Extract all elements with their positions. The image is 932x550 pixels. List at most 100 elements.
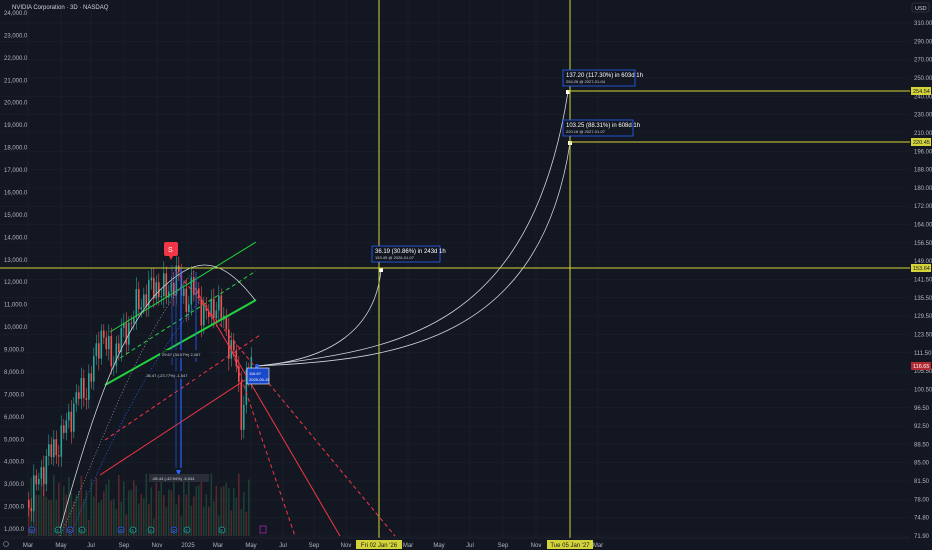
green-channel-top[interactable] — [109, 241, 257, 333]
candle-body — [125, 322, 128, 345]
position-box[interactable]: 116.6? 2025-05-15 — [246, 367, 270, 385]
time-tick-label: Nov — [341, 543, 352, 549]
volume-bar — [100, 500, 103, 536]
volume-bar — [50, 500, 53, 536]
right-tick-label: 270.00 — [914, 58, 932, 64]
currency-button[interactable]: USD — [911, 2, 930, 13]
timeline-marker-label: E — [220, 528, 223, 533]
volume-bar — [75, 494, 78, 536]
red-channel-bottom[interactable] — [99, 379, 246, 476]
projection-curves[interactable] — [255, 90, 572, 368]
candle-body — [63, 425, 65, 433]
time-tick-label: Sep — [119, 543, 130, 549]
time-tick-label: Mar — [23, 543, 33, 549]
volume-bar — [210, 473, 213, 536]
svg-text:-65.44 (-42.94%) -6,544: -65.44 (-42.94%) -6,544 — [152, 476, 195, 481]
volume-bar — [225, 482, 228, 536]
time-tick-label: Nov — [531, 543, 542, 549]
candle-body — [93, 356, 95, 382]
volume-bar — [155, 482, 158, 536]
candle-body — [158, 282, 160, 297]
volume-bar — [45, 497, 48, 536]
measurement-box-2027-low[interactable]: 103.25 (88.31%) in 608d 1h 220.16 @ 2027… — [562, 119, 640, 137]
candle-body — [185, 288, 188, 312]
candle-body — [90, 373, 93, 382]
volume-bar — [158, 490, 160, 536]
price-tag-label: 254.54 — [913, 89, 930, 95]
time-tick-label: Jul — [279, 543, 287, 549]
candle-body — [38, 478, 40, 485]
candle-body — [28, 500, 30, 508]
candle-body — [88, 373, 90, 400]
candle-body — [78, 392, 80, 399]
chart-canvas[interactable]: 137.20 (117.30%) in 603d 1h 254.26 @ 202… — [0, 0, 932, 550]
candle-body — [105, 337, 108, 350]
candle-body — [203, 305, 205, 326]
candle-body — [220, 295, 223, 320]
candle-body — [163, 273, 165, 297]
candle-body — [243, 404, 245, 430]
volume-bar — [238, 473, 240, 536]
channel-label-1: 29.67 (34.07%) 2,167 — [160, 350, 210, 358]
timeline-marker-label: E — [131, 528, 134, 533]
time-tick-label: May — [245, 543, 256, 549]
time-tick-label: Mar — [213, 543, 223, 549]
right-tick-label: 78.00 — [914, 497, 930, 503]
volume-bar — [203, 506, 205, 536]
right-tick-label: 100.50 — [914, 387, 932, 393]
volume-bar — [110, 500, 113, 536]
candle-body — [108, 335, 110, 350]
candle-body — [218, 295, 220, 311]
measurement-box-2027-high[interactable]: 137.20 (117.30%) in 603d 1h 254.26 @ 202… — [562, 69, 643, 87]
left-tick-label: 2,000.0 — [4, 505, 25, 511]
left-tick-label: 7,000.0 — [4, 392, 25, 398]
volume-bar — [183, 476, 185, 536]
right-tick-label: 240.00 — [914, 94, 932, 100]
volume-bar — [35, 494, 38, 536]
left-tick-label: 8,000.0 — [4, 370, 25, 376]
left-tick-label: 19,000.0 — [4, 123, 28, 129]
volume-bar — [48, 500, 50, 536]
volume-bar — [228, 488, 230, 536]
red-channel[interactable] — [99, 269, 396, 537]
candle-body — [55, 439, 58, 456]
volume-bar — [163, 494, 165, 536]
left-tick-label: 4,000.0 — [4, 460, 25, 466]
svg-text:USD: USD — [915, 6, 927, 12]
volume-bar — [95, 477, 98, 536]
volume-bar — [115, 508, 118, 536]
dotted-curve-1 — [59, 269, 196, 537]
candle-body — [240, 381, 243, 430]
volume-bar — [168, 489, 170, 536]
right-tick-label: 123.50 — [914, 332, 932, 338]
time-tick-label: Fri 02 Jan '26 — [361, 543, 398, 549]
volume-bar — [235, 497, 238, 536]
event-icon[interactable]: S — [164, 242, 178, 260]
time-tick-label: 2025 — [181, 543, 195, 549]
volume-bar — [218, 515, 220, 536]
volume-bar — [38, 494, 40, 536]
projection-curve-2026[interactable] — [256, 269, 382, 367]
volume-bar — [248, 479, 250, 536]
volume-bar — [230, 510, 233, 536]
volume-bar — [193, 496, 195, 536]
candle-body — [138, 289, 140, 310]
svg-text:S: S — [168, 247, 173, 254]
candle-body — [30, 508, 33, 512]
candle-body — [165, 273, 168, 298]
left-tick-label: 1,000.0 — [4, 527, 25, 533]
left-tick-label: 13,000.0 — [4, 258, 28, 264]
right-tick-label: 210.00 — [914, 131, 932, 137]
candle-body — [60, 425, 63, 457]
volume-bar — [195, 486, 198, 536]
channel-label-2: -36.47 (-23.77%) -1,547 — [143, 371, 199, 379]
volume-bar — [118, 474, 120, 536]
right-tick-label: 135.50 — [914, 296, 932, 302]
right-tick-label: 188.00 — [914, 168, 932, 174]
candle-body — [83, 378, 85, 399]
timeline-flag-icon[interactable] — [259, 525, 267, 534]
measurement-box-2026[interactable]: 36.19 (30.86%) in 243d 1h 153.49 @ 2026-… — [371, 245, 446, 263]
right-tick-label: 85.00 — [914, 461, 930, 467]
volume-bar — [113, 499, 115, 536]
left-tick-label: 16,000.0 — [4, 190, 28, 196]
